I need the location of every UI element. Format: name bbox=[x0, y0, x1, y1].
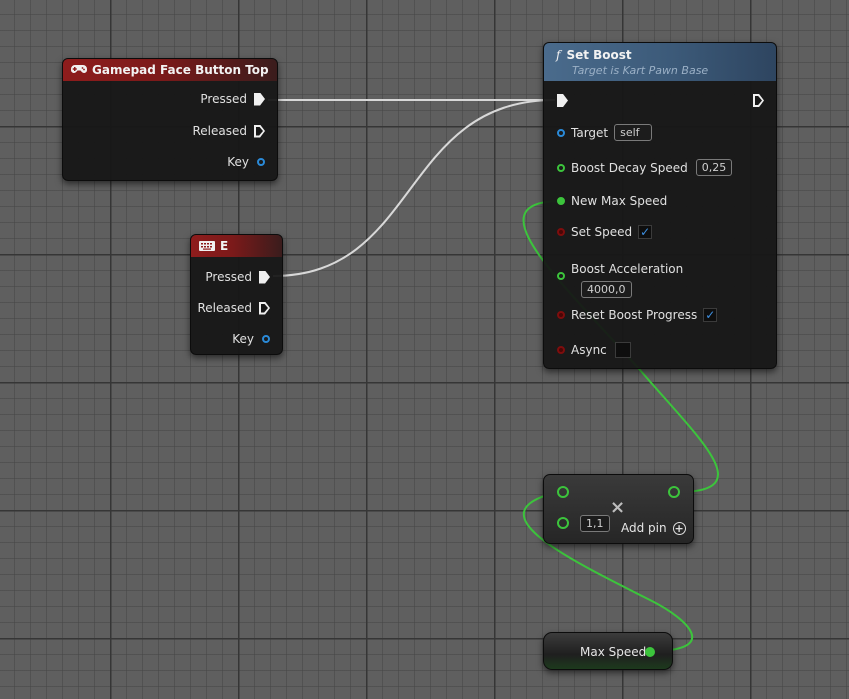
multiply-input-b-field[interactable]: 1,1 bbox=[580, 515, 610, 532]
set-boost-node[interactable]: f Set Boost Target is Kart Pawn Base Tar… bbox=[543, 42, 777, 369]
max-speed-output-pin[interactable] bbox=[645, 647, 655, 657]
set-speed-label: Set Speed bbox=[571, 225, 633, 239]
node-title: Set Boost bbox=[566, 48, 632, 62]
boost-acceleration-field[interactable]: 4000,0 bbox=[581, 281, 632, 298]
pressed-pin-row[interactable]: Pressed bbox=[200, 92, 265, 106]
boost-decay-speed-pin[interactable] bbox=[557, 163, 565, 172]
target-value-field[interactable]: self bbox=[614, 124, 653, 141]
multiply-operator-icon: × bbox=[610, 497, 626, 518]
key-pin-row[interactable]: Key bbox=[232, 332, 270, 346]
reset-boost-progress-checkbox[interactable]: ✓ bbox=[703, 308, 718, 322]
target-pin[interactable] bbox=[557, 128, 565, 137]
released-label: Released bbox=[197, 301, 252, 315]
node-header[interactable]: Gamepad Face Button Top bbox=[63, 59, 277, 81]
key-pin-row[interactable]: Key bbox=[227, 155, 265, 169]
new-max-speed-pin-row[interactable]: New Max Speed bbox=[557, 194, 667, 208]
new-max-speed-pin[interactable] bbox=[557, 197, 565, 205]
exec-out-pin[interactable] bbox=[259, 270, 270, 284]
reset-boost-progress-pin[interactable] bbox=[557, 311, 565, 319]
e-key-node[interactable]: E Pressed Released Key bbox=[190, 234, 283, 355]
exec-wire-e-to-setboost bbox=[272, 99, 556, 277]
reset-boost-progress-label: Reset Boost Progress bbox=[571, 308, 698, 322]
boost-acceleration-pin[interactable] bbox=[557, 272, 565, 280]
async-label: Async bbox=[571, 343, 607, 357]
node-title: E bbox=[220, 239, 229, 253]
released-label: Released bbox=[192, 124, 247, 138]
multiply-input-b-pin[interactable] bbox=[557, 517, 569, 529]
add-pin-icon: + bbox=[672, 521, 686, 535]
boost-decay-speed-pin-row[interactable]: Boost Decay Speed 0,25 bbox=[557, 159, 733, 176]
key-label: Key bbox=[227, 155, 249, 169]
pressed-label: Pressed bbox=[205, 270, 252, 284]
add-pin-button[interactable]: Add pin + bbox=[621, 521, 686, 535]
key-label: Key bbox=[232, 332, 254, 346]
node-subtitle: Target is Kart Pawn Base bbox=[572, 64, 709, 77]
multiply-node[interactable]: × 1,1 Add pin + bbox=[543, 474, 694, 544]
target-label: Target bbox=[571, 125, 609, 140]
checkmark-icon: ✓ bbox=[705, 308, 716, 322]
function-icon: f bbox=[556, 48, 561, 62]
released-pin-row[interactable]: Released bbox=[197, 301, 270, 315]
set-speed-checkbox[interactable]: ✓ bbox=[638, 225, 653, 239]
node-header[interactable]: f Set Boost Target is Kart Pawn Base bbox=[544, 43, 776, 81]
boost-decay-speed-field[interactable]: 0,25 bbox=[695, 159, 733, 176]
node-header[interactable]: E bbox=[191, 235, 282, 257]
exec-out-pin[interactable] bbox=[254, 92, 265, 106]
reset-boost-progress-pin-row[interactable]: Reset Boost Progress ✓ bbox=[557, 308, 718, 322]
add-pin-label: Add pin bbox=[621, 521, 667, 535]
target-pin-row[interactable]: Target self bbox=[557, 124, 653, 141]
async-pin[interactable] bbox=[557, 346, 565, 354]
set-speed-pin[interactable] bbox=[557, 228, 565, 236]
multiply-output-pin[interactable] bbox=[668, 486, 680, 498]
pressed-pin-row[interactable]: Pressed bbox=[205, 270, 270, 284]
key-struct-pin[interactable] bbox=[257, 158, 265, 166]
boost-acceleration-label: Boost Acceleration bbox=[571, 262, 684, 276]
async-checkbox[interactable] bbox=[614, 342, 631, 358]
multiply-input-a-pin[interactable] bbox=[557, 486, 569, 498]
checkmark-icon: ✓ bbox=[640, 225, 651, 239]
exec-out-pin[interactable] bbox=[753, 94, 764, 107]
exec-in-pin[interactable] bbox=[557, 94, 568, 107]
released-pin-row[interactable]: Released bbox=[192, 124, 265, 138]
async-pin-row[interactable]: Async bbox=[557, 342, 631, 358]
key-struct-pin[interactable] bbox=[262, 335, 270, 343]
boost-decay-speed-label: Boost Decay Speed bbox=[571, 160, 688, 175]
keyboard-icon bbox=[199, 241, 215, 251]
boost-acceleration-pin-row[interactable]: Boost Acceleration 4000,0 bbox=[557, 258, 683, 298]
gamepad-face-button-top-node[interactable]: Gamepad Face Button Top Pressed Released… bbox=[62, 58, 278, 181]
max-speed-getter-node[interactable]: Max Speed bbox=[543, 632, 673, 670]
exec-out-pin[interactable] bbox=[259, 301, 270, 315]
exec-out-pin[interactable] bbox=[254, 124, 265, 138]
pressed-label: Pressed bbox=[200, 92, 247, 106]
max-speed-label: Max Speed bbox=[580, 645, 647, 659]
set-speed-pin-row[interactable]: Set Speed ✓ bbox=[557, 225, 653, 239]
node-title: Gamepad Face Button Top bbox=[92, 63, 269, 77]
new-max-speed-label: New Max Speed bbox=[571, 194, 668, 208]
gamepad-icon bbox=[71, 65, 87, 75]
